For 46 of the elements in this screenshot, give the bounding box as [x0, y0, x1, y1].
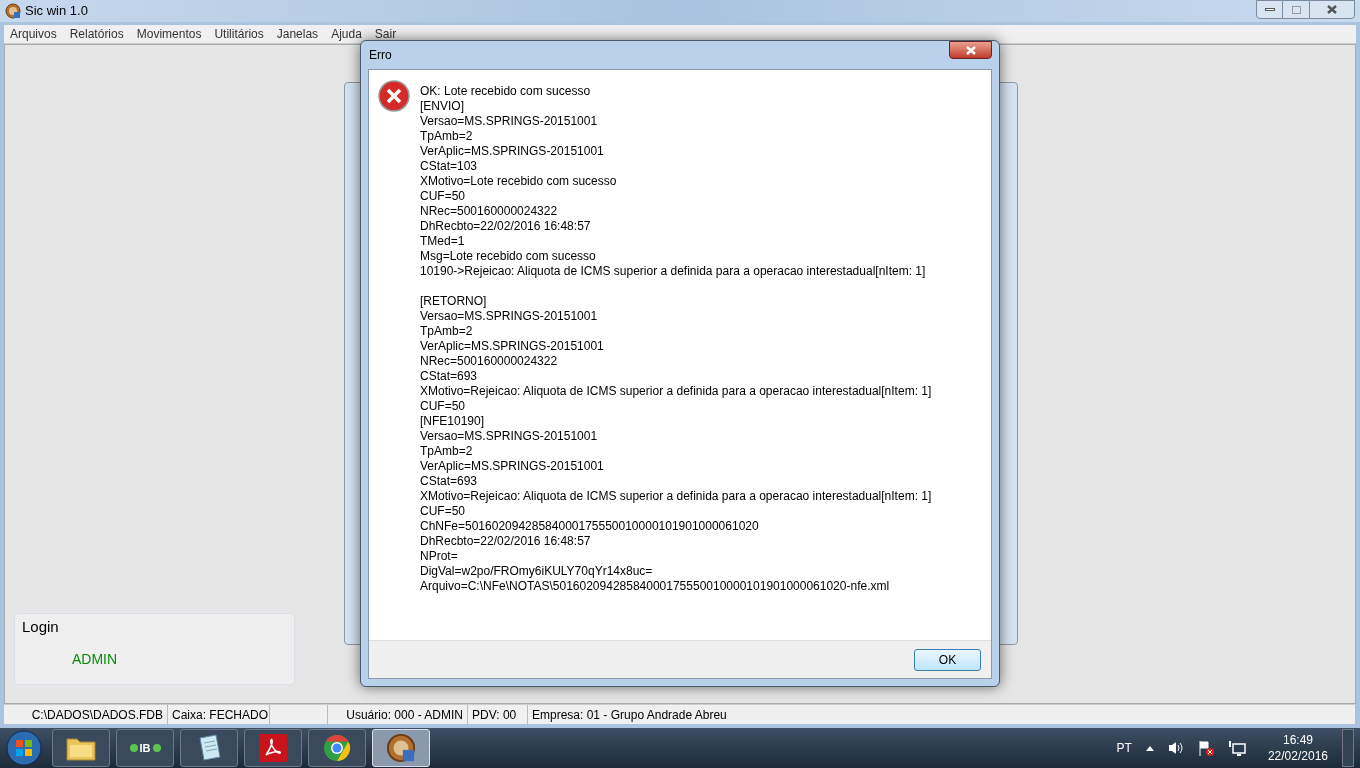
- status-panel: PDV: 00: [468, 705, 528, 724]
- close-button[interactable]: [1309, 0, 1355, 19]
- menu-item[interactable]: Sair: [374, 25, 397, 43]
- message-text: OK: Lote recebido com sucesso [ENVIO] Versao=MS.SPRINGS-20151001 TpAmb=2 VerAplic=MS.SPRINGS-20151001 CStat=103 XMotivo=Lote recebido com sucesso CUF=50 NRec=500160000024322 DhRecbto=22/02/2016 16:48:57 TMed=1 Msg=Lote recebido com sucesso 10190->Rejeicao: Aliquota de ICMS superior a definida para a operacao interestadual[nItem: 1]: [420, 84, 927, 279]
- window-title: Sic win 1.0: [25, 2, 88, 21]
- status-panel: Caixa: FECHADO: [168, 705, 270, 724]
- show-hidden-icons-icon[interactable]: [1145, 745, 1154, 751]
- minimize-button[interactable]: [1256, 0, 1283, 19]
- pdf-icon: [259, 734, 287, 762]
- maximize-button[interactable]: [1283, 0, 1309, 19]
- status-panel: C:\DADOS\DADOS.FDB: [4, 705, 168, 724]
- message-text: [RETORNO] Versao=MS.SPRINGS-20151001 TpAmb=2 VerAplic=MS.SPRINGS-20151001 NRec=500160000024322 CStat=693 XMotivo=Rejeicao: Aliquota de ICMS superior a definida para a operacao interestadual[nItem: 1] CUF=50 [NFE10190] Versao=MS.SPRINGS-20151001 TpAmb=2 VerAplic=MS.SPRINGS-20151001 CStat=693 XMotivo=Rejeicao: Aliquota de ICMS superior a definida para a operacao interestadual[nItem: 1] CUF=50 ChNFe=50160209428584000175550010000101901000061020 DhRecbto=22/02/2016 16:48:57 NProt= DigVal=w2po/FROmy6iKULY70qYr14x8uc= Arquivo=C:\NFe\NOTAS\50160209428584000175550010000101901000061020-nfe.xml: [420, 294, 932, 594]
- ok-button[interactable]: OK: [914, 648, 981, 671]
- close-icon: [1327, 5, 1337, 14]
- clock[interactable]: 16:49 22/02/2016: [1267, 732, 1328, 764]
- menu-item[interactable]: Ajuda: [331, 25, 362, 43]
- taskbar-button[interactable]: IB: [116, 729, 174, 767]
- error-icon: [378, 80, 410, 112]
- status-panel: Empresa: 01 - Grupo Andrade Abreu: [528, 705, 1356, 724]
- menu-item[interactable]: Movimentos: [136, 25, 202, 43]
- chrome-icon: [323, 734, 351, 762]
- clock-date: 22/02/2016: [1267, 748, 1328, 764]
- folder-icon: [66, 735, 96, 761]
- network-icon[interactable]: [1227, 740, 1246, 756]
- windows-orb-icon: [6, 730, 42, 766]
- menu-item[interactable]: Relatórios: [69, 25, 124, 43]
- app-logo-icon: [386, 733, 416, 763]
- clock-time: 16:49: [1282, 732, 1313, 748]
- taskbar-button[interactable]: [308, 729, 366, 767]
- menu-item[interactable]: Arquivos: [10, 25, 57, 43]
- menu-item[interactable]: Utilitários: [214, 25, 264, 43]
- speaker-icon[interactable]: [1167, 741, 1184, 755]
- taskbar-button[interactable]: [244, 729, 302, 767]
- status-panel: Usuário: 000 - ADMIN: [328, 705, 468, 724]
- language-indicator[interactable]: PT: [1116, 739, 1132, 757]
- close-button[interactable]: [949, 41, 992, 59]
- flag-error-icon[interactable]: [1197, 740, 1214, 756]
- close-icon: [965, 45, 976, 55]
- notepad-icon: [196, 734, 222, 762]
- login-title: Login: [22, 617, 60, 637]
- taskbar-button[interactable]: [52, 729, 110, 767]
- menu-item[interactable]: Janelas: [276, 25, 319, 43]
- taskbar-button[interactable]: [180, 729, 238, 767]
- login-user: ADMIN: [72, 649, 119, 669]
- dialog-title: Erro: [369, 47, 392, 64]
- app-logo-icon: [5, 3, 21, 19]
